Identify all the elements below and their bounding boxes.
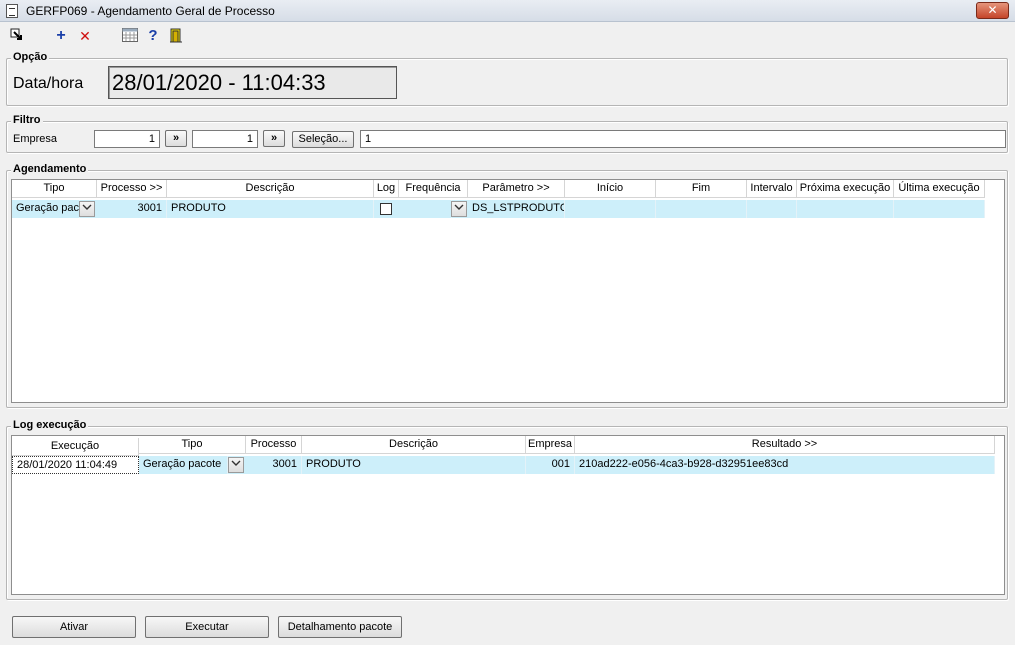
- col-header-inicio[interactable]: Início: [565, 180, 656, 198]
- door-exit-icon[interactable]: [168, 28, 184, 44]
- log-checkbox[interactable]: [380, 203, 392, 215]
- col-header-log-empresa[interactable]: Empresa: [526, 436, 575, 454]
- cell-descricao[interactable]: PRODUTO: [167, 200, 374, 218]
- document-icon: [6, 4, 18, 18]
- cell-parametro[interactable]: DS_LSTPRODUTO=: [468, 200, 565, 218]
- agendamento-grid: Tipo Processo >> Descrição Log Frequênci…: [11, 179, 1005, 403]
- opcao-group-label: Opção: [11, 51, 50, 63]
- toolbar: + ✕ ?: [0, 26, 1015, 48]
- col-header-parametro[interactable]: Parâmetro >>: [468, 180, 565, 198]
- log-group: Log execução Execução Tipo Processo Desc…: [6, 419, 1008, 600]
- empresa-from-input[interactable]: 1: [94, 130, 160, 148]
- col-header-log-resultado[interactable]: Resultado >>: [575, 436, 995, 454]
- cell-intervalo[interactable]: [747, 200, 797, 218]
- cell-log-resultado[interactable]: 210ad222-e056-4ca3-b928-d32951ee83cd: [575, 456, 995, 474]
- cell-fim[interactable]: [656, 200, 747, 218]
- col-header-log-descricao[interactable]: Descrição: [302, 436, 526, 454]
- datetime-label: Data/hora: [13, 75, 84, 92]
- delete-icon[interactable]: ✕: [77, 28, 93, 44]
- datetime-display: 28/01/2020 - 11:04:33: [108, 66, 397, 99]
- cell-processo[interactable]: 3001: [97, 200, 167, 218]
- col-header-fim[interactable]: Fim: [656, 180, 747, 198]
- col-header-frequencia[interactable]: Frequência: [399, 180, 468, 198]
- selecao-input[interactable]: 1: [360, 130, 1006, 148]
- col-header-proxima[interactable]: Próxima execução: [797, 180, 894, 198]
- help-icon[interactable]: ?: [145, 28, 161, 44]
- cell-execucao[interactable]: 28/01/2020 11:04:49: [12, 456, 139, 474]
- window-title: GERFP069 - Agendamento Geral de Processo: [26, 4, 275, 18]
- empresa-label: Empresa: [13, 133, 58, 145]
- cell-log-descricao[interactable]: PRODUTO: [302, 456, 526, 474]
- filtro-group-label: Filtro: [11, 114, 43, 126]
- filtro-group: Filtro Empresa 1 » 1 » Seleção... 1: [6, 114, 1008, 153]
- agendamento-group-label: Agendamento: [11, 163, 89, 175]
- cell-log-tipo[interactable]: Geração pacote: [139, 456, 228, 474]
- col-header-execucao[interactable]: Execução: [12, 438, 139, 456]
- executar-button[interactable]: Executar: [145, 616, 269, 638]
- tipo-dropdown-button[interactable]: [79, 201, 95, 217]
- col-header-intervalo[interactable]: Intervalo: [747, 180, 797, 198]
- col-header-ultima[interactable]: Última execução: [894, 180, 985, 198]
- log-group-label: Log execução: [11, 419, 89, 431]
- exit-arrow-icon[interactable]: [8, 28, 24, 44]
- col-header-log[interactable]: Log: [374, 180, 399, 198]
- opcao-group: Opção Data/hora 28/01/2020 - 11:04:33: [6, 51, 1008, 106]
- col-header-tipo[interactable]: Tipo: [12, 180, 97, 198]
- col-header-log-tipo[interactable]: Tipo: [139, 436, 246, 454]
- title-bar: GERFP069 - Agendamento Geral de Processo…: [0, 0, 1015, 22]
- log-tipo-dropdown-button[interactable]: [228, 457, 244, 473]
- cell-log-empresa[interactable]: 001: [526, 456, 575, 474]
- cell-log-processo[interactable]: 3001: [246, 456, 302, 474]
- selecao-button[interactable]: Seleção...: [292, 131, 354, 148]
- detalhamento-pacote-button[interactable]: Detalhamento pacote: [278, 616, 402, 638]
- cell-tipo[interactable]: Geração pac: [12, 200, 80, 218]
- cell-proxima[interactable]: [797, 200, 894, 218]
- add-icon[interactable]: +: [53, 28, 69, 44]
- col-header-processo[interactable]: Processo >>: [97, 180, 167, 198]
- ativar-button[interactable]: Ativar: [12, 616, 136, 638]
- col-header-log-processo[interactable]: Processo: [246, 436, 302, 454]
- log-grid: Execução Tipo Processo Descrição Empresa…: [11, 435, 1005, 595]
- calendar-grid-icon[interactable]: [122, 28, 138, 44]
- empresa-to-lookup-button[interactable]: »: [263, 130, 285, 147]
- col-header-descricao[interactable]: Descrição: [167, 180, 374, 198]
- cell-ultima[interactable]: [894, 200, 985, 218]
- frequencia-dropdown-button[interactable]: [451, 201, 467, 217]
- agendamento-group: Agendamento Tipo Processo >> Descrição L…: [6, 163, 1008, 408]
- cell-frequencia[interactable]: [399, 200, 452, 218]
- close-button[interactable]: ✕: [976, 2, 1009, 19]
- empresa-from-lookup-button[interactable]: »: [165, 130, 187, 147]
- empresa-to-input[interactable]: 1: [192, 130, 258, 148]
- cell-inicio[interactable]: [565, 200, 656, 218]
